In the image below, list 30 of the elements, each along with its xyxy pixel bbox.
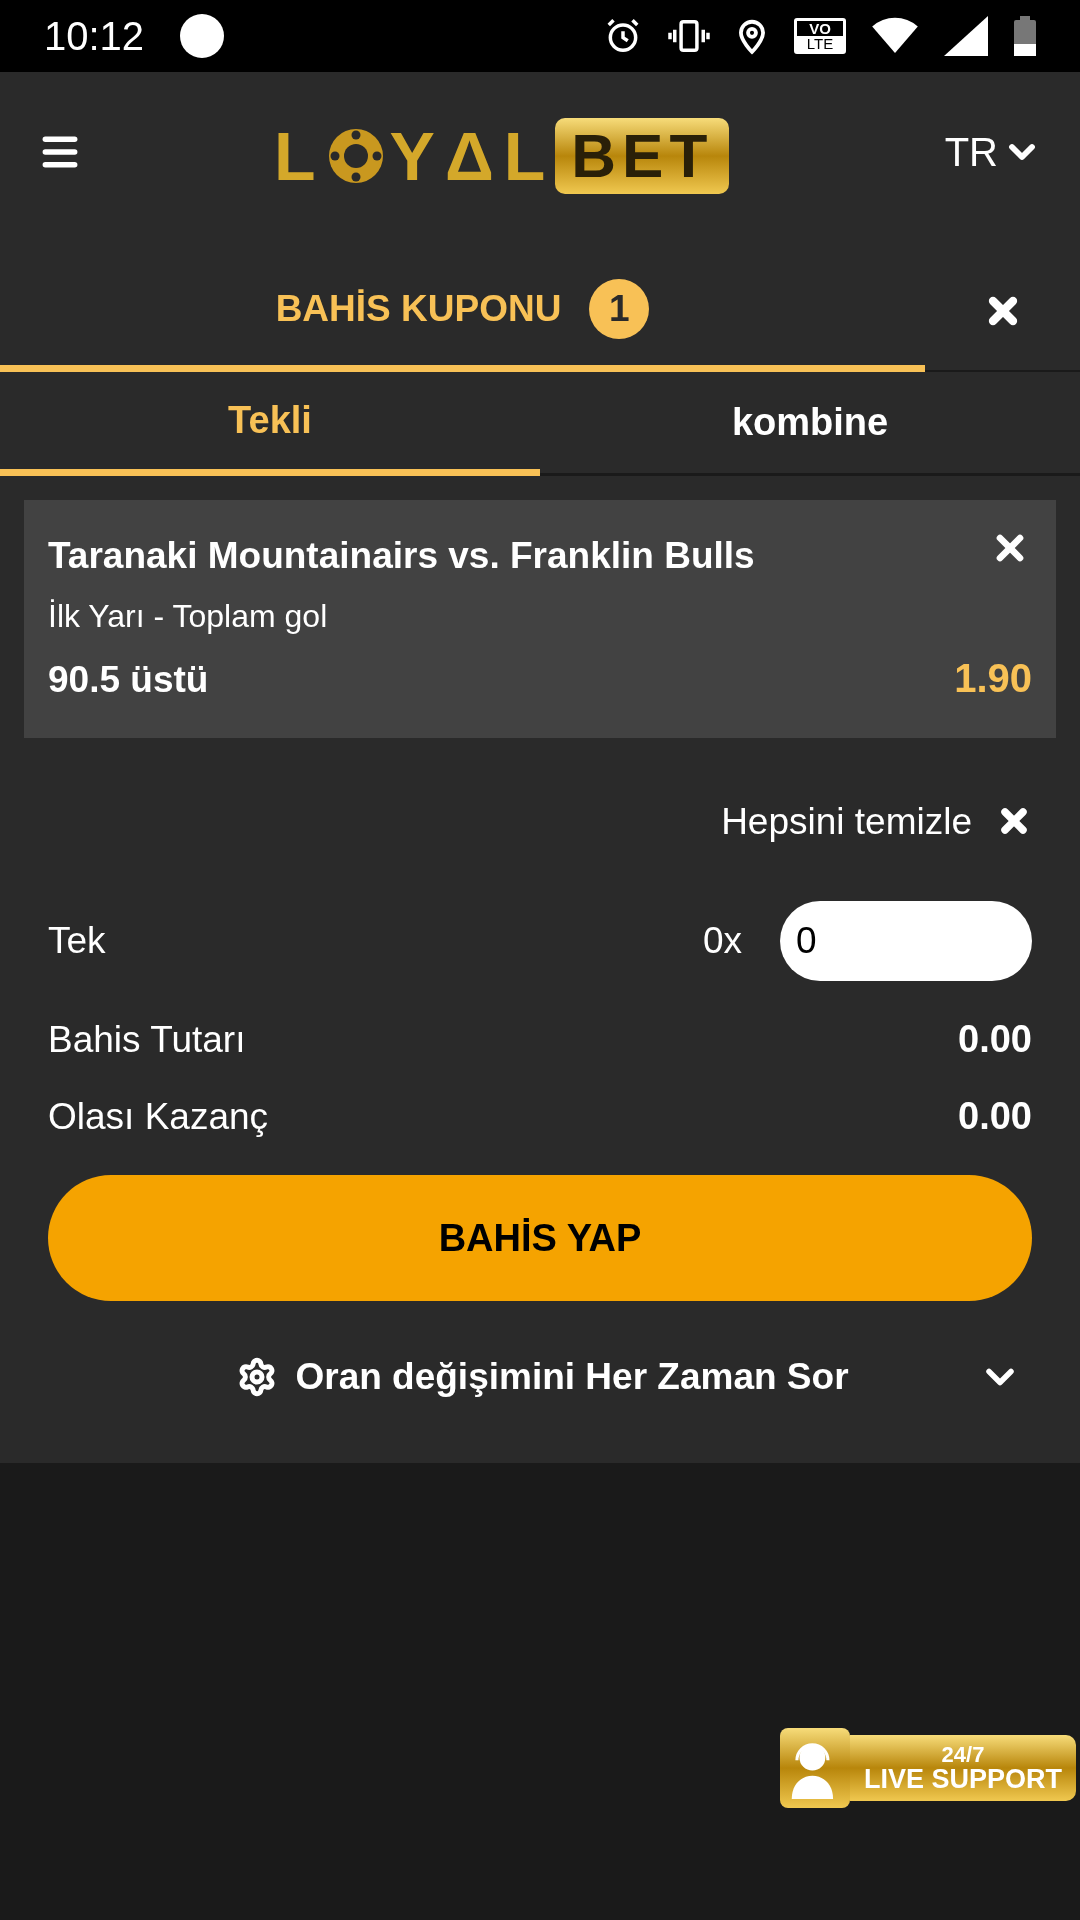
coupon-count-badge: 1 bbox=[589, 278, 650, 339]
stake-input[interactable]: 0 bbox=[780, 901, 1032, 981]
vibrate-icon bbox=[668, 17, 710, 55]
odds-change-label[interactable]: Oran değişimini Her Zaman Sor bbox=[295, 1349, 849, 1405]
wifi-icon bbox=[872, 17, 918, 55]
place-bet-button[interactable]: BAHİS YAP bbox=[48, 1175, 1032, 1301]
bet-type-tab[interactable]: Tekli bbox=[0, 372, 540, 476]
coupon-tab[interactable]: BAHİS KUPONU 1 bbox=[0, 252, 925, 372]
location-pin-icon bbox=[736, 17, 768, 55]
clock-time: 10:12 bbox=[44, 13, 145, 60]
support-hours: 24/7 bbox=[941, 1743, 985, 1766]
summary-value: 0.00 bbox=[958, 1094, 1032, 1139]
battery-icon bbox=[1014, 16, 1036, 56]
odds-value: 1.90 bbox=[954, 654, 1032, 702]
market-name: İlk Yarı - Toplam gol bbox=[48, 596, 329, 636]
summary-value: 0.00 bbox=[958, 1017, 1032, 1062]
language-selector[interactable]: TR bbox=[944, 122, 1042, 182]
stake-label: Tek bbox=[48, 919, 106, 964]
selection-label: 90.5 üstü bbox=[48, 658, 209, 702]
coupon-title: BAHİS KUPONU bbox=[275, 286, 562, 331]
match-name: Taranaki Mountainairs vs. Franklin Bulls bbox=[48, 534, 755, 578]
multiplier-label: 0x bbox=[702, 919, 742, 964]
summary-label: Bahis Tutarı bbox=[48, 1017, 246, 1062]
clear-all-button[interactable]: Hepsini temizle bbox=[721, 793, 1032, 849]
bet-type-tab[interactable]: kombine bbox=[540, 372, 1080, 476]
support-label: LIVE SUPPORT bbox=[864, 1765, 1062, 1793]
brand-logo: L YΔL BET bbox=[274, 118, 730, 194]
volte-icon: VO LTE bbox=[794, 18, 846, 54]
cell-signal-icon bbox=[944, 16, 988, 56]
summary-label: Olası Kazanç bbox=[48, 1094, 269, 1139]
